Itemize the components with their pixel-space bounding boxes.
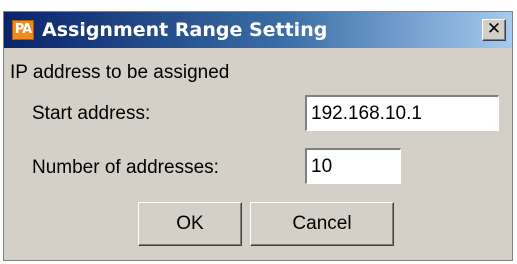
ok-button[interactable]: OK [138, 202, 242, 246]
window-title: Assignment Range Setting [42, 19, 328, 41]
close-button[interactable]: ✕ [482, 19, 506, 41]
address-count-label: Number of addresses: [32, 157, 219, 178]
cancel-button[interactable]: Cancel [250, 202, 394, 246]
ip-range-group-label: IP address to be assigned [10, 62, 230, 83]
start-address-label: Start address: [32, 103, 151, 124]
close-icon: ✕ [486, 19, 502, 39]
start-address-field[interactable]: 192.168.10.1 [305, 95, 499, 131]
assignment-range-dialog: PA Assignment Range Setting ✕ IP address… [3, 11, 513, 261]
address-count-field[interactable]: 10 [305, 148, 401, 184]
title-bar[interactable]: PA Assignment Range Setting ✕ [4, 12, 512, 49]
app-icon: PA [12, 20, 34, 40]
